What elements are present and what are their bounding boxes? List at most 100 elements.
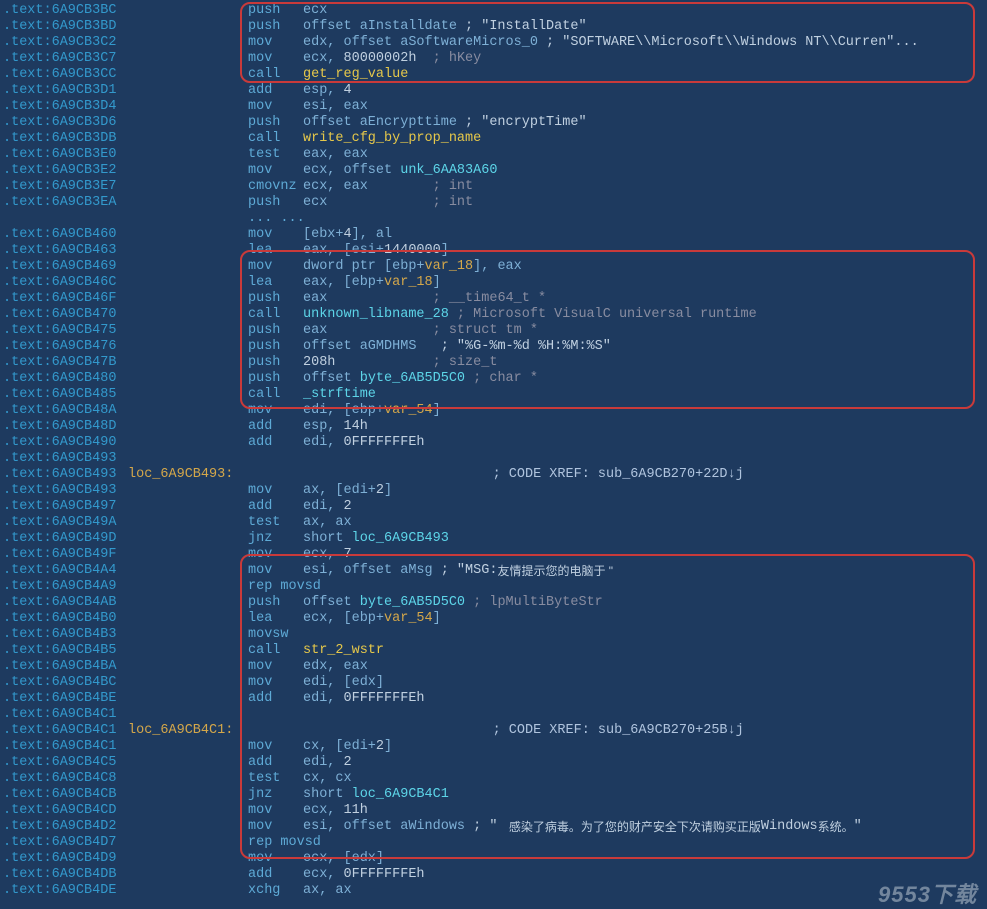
address: .text:6A9CB3EA [0,195,128,211]
operand-segment: Windows [761,819,818,835]
asm-line: .text:6A9CB4C1 [0,707,987,723]
operand-segment: write_cfg_by_prop_name [303,131,481,147]
address: .text:6A9CB4DB [0,867,128,883]
asm-line: .text:6A9CB4C1loc_6A9CB4C1: ; CODE XREF:… [0,723,987,739]
mnemonic: mov [248,851,303,867]
asm-line: .text:6A9CB4D2movesi, offset aWindows ; … [0,819,987,835]
address: .text:6A9CB4C1 [0,707,128,723]
operand-segment: 感染了病毒。为了您的财产安全下次请购买正版 [506,819,761,835]
operand-segment: esi, eax [303,99,368,115]
operand-segment: offset aEncrypttime [303,115,465,131]
address: .text:6A9CB4B3 [0,627,128,643]
operand-segment: edx, offset aSoftwareMicros_0 [303,35,546,51]
mnemonic: mov [248,675,303,691]
operand-segment: offset [303,595,360,611]
operand-segment: [ebx+ [303,227,344,243]
operand-segment: 2 [376,483,384,499]
mnemonic: push [248,595,303,611]
mnemonic: mov [248,99,303,115]
mnemonic: xchg [248,883,303,899]
operand-segment: ; size_t [335,355,497,371]
location-label: loc_6A9CB493: [128,467,233,483]
operand-segment: unknown_libname_28 [303,307,449,323]
asm-line: .text:6A9CB475pusheax ; struct tm * [0,323,987,339]
operand-segment: ; "encryptTime" [465,115,587,131]
mnemonic: jnz [248,531,303,547]
mnemonic: push [248,355,303,371]
operand-segment: ; "MSG: [441,563,498,579]
operand-segment: ax, ax [303,515,352,531]
operand-segment: ] [441,243,449,259]
mnemonic: test [248,515,303,531]
asm-line: .text:6A9CB4C8testcx, cx [0,771,987,787]
asm-line: .text:6A9CB4BAmovedx, eax [0,659,987,675]
operand-segment: ; " [473,819,505,835]
mnemonic: test [248,147,303,163]
mnemonic: push [248,19,303,35]
mnemonic: movsw [248,627,303,643]
ellipsis: ... ... [248,211,305,227]
address: .text:6A9CB4B0 [0,611,128,627]
operand-segment: byte_6AB5D5C0 [360,595,465,611]
mnemonic: call [248,131,303,147]
operand-segment: short [303,787,352,803]
mnemonic: add [248,867,303,883]
mnemonic: push [248,323,303,339]
operand-segment: offset aInstalldate [303,19,465,35]
operand-segment: 0FFFFFFFEh [344,435,425,451]
asm-line: .text:6A9CB4ABpushoffset byte_6AB5D5C0 ;… [0,595,987,611]
asm-line: .text:6A9CB470callunknown_libname_28 ; M… [0,307,987,323]
operand-segment: 友情提示您的电脑于 " [497,563,613,579]
operand-segment: ecx, [ebp+ [303,611,384,627]
operand-segment: edi, [303,755,344,771]
watermark: 9553下载 [878,887,977,903]
operand-segment: esi, offset aMsg [303,563,441,579]
mnemonic: mov [248,259,303,275]
address: .text:6A9CB3D6 [0,115,128,131]
mnemonic: mov [248,227,303,243]
address: .text:6A9CB3C7 [0,51,128,67]
address: .text:6A9CB4BE [0,691,128,707]
operand-segment: ] [384,483,392,499]
address: .text:6A9CB46C [0,275,128,291]
address: .text:6A9CB463 [0,243,128,259]
address: .text:6A9CB4A4 [0,563,128,579]
operand-segment: ], al [352,227,393,243]
operand-segment: ; __time64_t * [327,291,546,307]
asm-line: .text:6A9CB4DExchgax, ax [0,883,987,899]
operand-segment: ; int [327,195,473,211]
operand-segment: eax, eax [303,147,368,163]
operand-segment: ecx [303,3,327,19]
address: .text:6A9CB493 [0,451,128,467]
disassembly-listing: .text:6A9CB3BCpushecx.text:6A9CB3BDpusho… [0,0,987,902]
address: .text:6A9CB48D [0,419,128,435]
asm-line: .text:6A9CB3E7cmovnzecx, eax ; int [0,179,987,195]
address: .text:6A9CB4D9 [0,851,128,867]
address: .text:6A9CB4A9 [0,579,128,595]
address: .text:6A9CB4DE [0,883,128,899]
operand-segment: esi, offset aWindows [303,819,473,835]
mnemonic: call [248,387,303,403]
asm-line: .text:6A9CB4DBaddecx, 0FFFFFFFEh [0,867,987,883]
operand-segment: cx, [edi+ [303,739,376,755]
asm-line: .text:6A9CB3E2movecx, offset unk_6AA83A6… [0,163,987,179]
address: .text:6A9CB4CB [0,787,128,803]
asm-line: .text:6A9CB4BCmovedi, [edx] [0,675,987,691]
asm-line: .text:6A9CB3D1addesp, 4 [0,83,987,99]
address: .text:6A9CB3DB [0,131,128,147]
operand-segment: eax [303,291,327,307]
address: .text:6A9CB47B [0,355,128,371]
asm-line: .text:6A9CB476pushoffset aGMDHMS ; "%G-%… [0,339,987,355]
asm-line: .text:6A9CB49Djnzshort loc_6A9CB493 [0,531,987,547]
operand-segment: ecx, [303,51,344,67]
operand-segment: 11h [344,803,368,819]
mnemonic: rep movsd [248,579,303,595]
operand-segment: short [303,531,352,547]
asm-line: .text:6A9CB46Cleaeax, [ebp+var_18] [0,275,987,291]
asm-line: .text:6A9CB3D4 movesi, eax [0,99,987,115]
operand-segment: 系统。 [818,819,854,835]
asm-line: .text:6A9CB48Amovedi, [ebp+var_54] [0,403,987,419]
mnemonic: rep movsd [248,835,303,851]
asm-line: .text:6A9CB4BEaddedi, 0FFFFFFFEh [0,691,987,707]
address: .text:6A9CB3D4 [0,99,128,115]
